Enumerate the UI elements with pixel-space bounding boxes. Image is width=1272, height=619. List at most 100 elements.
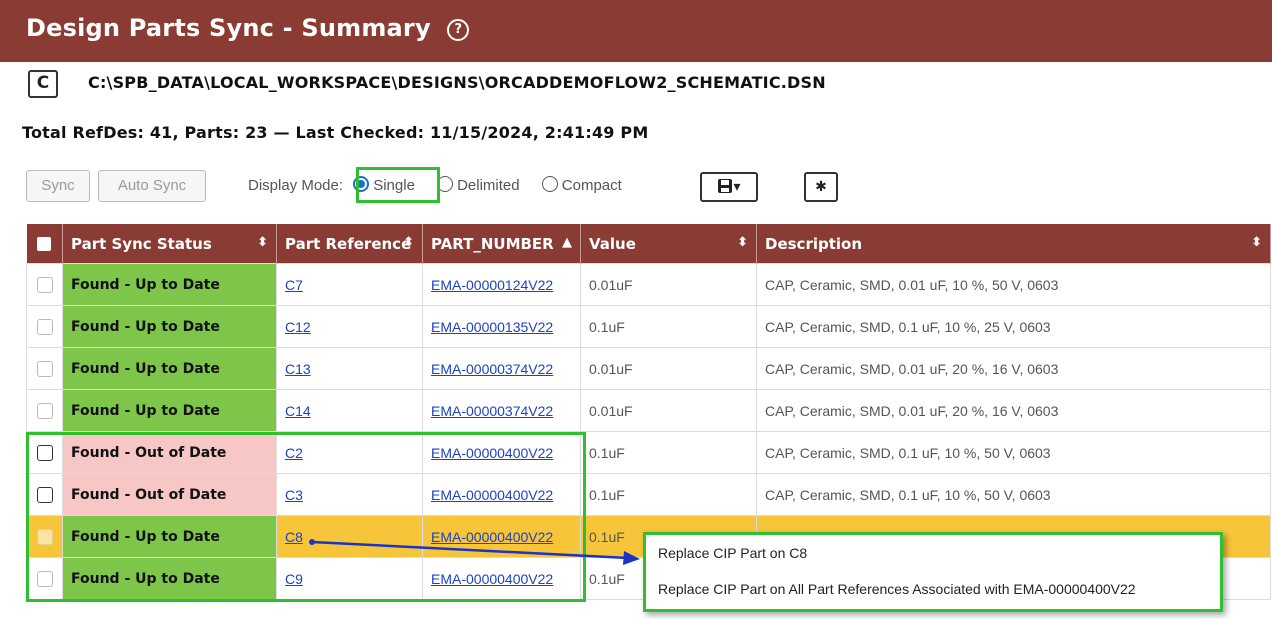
- description-cell: CAP, Ceramic, SMD, 0.01 uF, 20 %, 16 V, …: [756, 389, 1271, 432]
- single-mode-annotation: [356, 167, 440, 203]
- row-select-cell[interactable]: [26, 263, 63, 306]
- status-cell: Found - Up to Date: [62, 515, 277, 558]
- sort-icon[interactable]: ⬍: [737, 235, 748, 250]
- table-row[interactable]: Found - Out of Date C3 EMA-00000400V22 0…: [26, 473, 1271, 516]
- ref-cell: C8: [276, 515, 423, 558]
- part-number-link[interactable]: EMA-00000400V22: [431, 529, 553, 545]
- ref-cell: C14: [276, 389, 423, 432]
- menu-item-replace-single[interactable]: Replace CIP Part on C8: [646, 535, 1220, 571]
- part-number-link[interactable]: EMA-00000374V22: [431, 361, 553, 377]
- part-cell: EMA-00000400V22: [422, 557, 581, 600]
- col-part-number[interactable]: PART_NUMBER ▲: [422, 224, 581, 264]
- part-cell: EMA-00000400V22: [422, 431, 581, 474]
- part-number-link[interactable]: EMA-00000135V22: [431, 319, 553, 335]
- select-all-header[interactable]: [26, 224, 63, 264]
- sort-icon[interactable]: ⬍: [403, 235, 414, 250]
- part-number-link[interactable]: EMA-00000400V22: [431, 571, 553, 587]
- col-label: Part Reference: [285, 234, 412, 253]
- ref-cell: C2: [276, 431, 423, 474]
- part-number-link[interactable]: EMA-00000374V22: [431, 403, 553, 419]
- value-cell: 0.1uF: [580, 431, 757, 474]
- col-description[interactable]: Description ⬍: [756, 224, 1271, 264]
- ref-link[interactable]: C7: [285, 277, 303, 293]
- status-cell: Found - Up to Date: [62, 347, 277, 390]
- part-cell: EMA-00000374V22: [422, 389, 581, 432]
- part-cell: EMA-00000135V22: [422, 305, 581, 348]
- table-row[interactable]: Found - Up to Date C13 EMA-00000374V22 0…: [26, 347, 1271, 390]
- menu-item-replace-all[interactable]: Replace CIP Part on All Part References …: [646, 571, 1220, 607]
- col-label: Description: [765, 234, 863, 253]
- part-cell: EMA-00000400V22: [422, 473, 581, 516]
- table-header-row: Part Sync Status ⬍ Part Reference ⬍ PART_N…: [26, 224, 1271, 264]
- row-checkbox[interactable]: [36, 403, 53, 420]
- ref-link[interactable]: C14: [285, 403, 311, 419]
- row-select-cell[interactable]: [26, 431, 63, 474]
- ref-cell: C9: [276, 557, 423, 600]
- value-cell: 0.01uF: [580, 347, 757, 390]
- value-cell: 0.1uF: [580, 473, 757, 516]
- col-label: PART_NUMBER: [431, 234, 554, 253]
- summary-line: Total RefDes: 41, Parts: 23 — Last Check…: [22, 123, 649, 142]
- sort-asc-icon[interactable]: ▲: [562, 235, 572, 250]
- sort-icon[interactable]: ⬍: [1251, 235, 1262, 250]
- part-number-link[interactable]: EMA-00000400V22: [431, 445, 553, 461]
- ref-link[interactable]: C2: [285, 445, 303, 461]
- description-cell: CAP, Ceramic, SMD, 0.01 uF, 10 %, 50 V, …: [756, 263, 1271, 306]
- part-number-link[interactable]: EMA-00000124V22: [431, 277, 553, 293]
- refresh-button[interactable]: C: [28, 70, 58, 98]
- row-checkbox[interactable]: [36, 361, 53, 378]
- value-cell: 0.01uF: [580, 263, 757, 306]
- row-checkbox[interactable]: [36, 487, 53, 504]
- row-checkbox[interactable]: [36, 277, 53, 294]
- part-cell: EMA-00000124V22: [422, 263, 581, 306]
- value-cell: 0.01uF: [580, 389, 757, 432]
- select-all-checkbox[interactable]: [37, 237, 52, 251]
- col-value[interactable]: Value ⬍: [580, 224, 757, 264]
- col-label: Value: [589, 234, 636, 253]
- part-cell: EMA-00000374V22: [422, 347, 581, 390]
- row-select-cell[interactable]: [26, 305, 63, 348]
- design-file-path: C:\SPB_DATA\LOCAL_WORKSPACE\DESIGNS\ORCA…: [88, 73, 826, 92]
- ref-link[interactable]: C12: [285, 319, 311, 335]
- sync-button[interactable]: Sync: [26, 170, 90, 202]
- radio-compact-label[interactable]: Compact: [562, 177, 622, 194]
- context-menu: Replace CIP Part on C8 Replace CIP Part …: [643, 532, 1223, 612]
- auto-sync-button[interactable]: Auto Sync: [98, 170, 206, 202]
- settings-button[interactable]: ✱: [804, 172, 838, 202]
- radio-compact[interactable]: [541, 176, 558, 192]
- row-select-cell[interactable]: [26, 389, 63, 432]
- status-cell: Found - Up to Date: [62, 305, 277, 348]
- status-cell: Found - Out of Date: [62, 473, 277, 516]
- save-dropdown-button[interactable]: ▾: [700, 172, 758, 202]
- row-select-cell[interactable]: [26, 557, 63, 600]
- col-part-reference[interactable]: Part Reference ⬍: [276, 224, 423, 264]
- row-select-cell[interactable]: [26, 515, 63, 558]
- col-label: Part Sync Status: [71, 234, 212, 253]
- radio-delimited-label[interactable]: Delimited: [457, 177, 520, 194]
- ref-cell: C13: [276, 347, 423, 390]
- ref-link[interactable]: C9: [285, 571, 303, 587]
- ref-cell: C12: [276, 305, 423, 348]
- ref-link[interactable]: C8: [285, 529, 303, 545]
- help-icon[interactable]: ?: [447, 19, 470, 41]
- row-select-cell[interactable]: [26, 347, 63, 390]
- col-part-sync-status[interactable]: Part Sync Status ⬍: [62, 224, 277, 264]
- description-cell: CAP, Ceramic, SMD, 0.1 uF, 10 %, 50 V, 0…: [756, 431, 1271, 474]
- table-row[interactable]: Found - Up to Date C7 EMA-00000124V22 0.…: [26, 263, 1271, 306]
- ref-link[interactable]: C13: [285, 361, 311, 377]
- save-icon: [718, 179, 733, 193]
- page-title: Design Parts Sync - Summary ?: [26, 14, 470, 42]
- row-checkbox[interactable]: [36, 319, 53, 336]
- part-number-link[interactable]: EMA-00000400V22: [431, 487, 553, 503]
- sort-icon[interactable]: ⬍: [257, 235, 268, 250]
- row-checkbox[interactable]: [36, 529, 53, 546]
- table-row[interactable]: Found - Out of Date C2 EMA-00000400V22 0…: [26, 431, 1271, 474]
- row-checkbox[interactable]: [36, 445, 53, 462]
- table-row[interactable]: Found - Up to Date C14 EMA-00000374V22 0…: [26, 389, 1271, 432]
- row-select-cell[interactable]: [26, 473, 63, 516]
- status-cell: Found - Up to Date: [62, 557, 277, 600]
- table-row[interactable]: Found - Up to Date C12 EMA-00000135V22 0…: [26, 305, 1271, 348]
- ref-link[interactable]: C3: [285, 487, 303, 503]
- row-checkbox[interactable]: [36, 571, 53, 588]
- description-cell: CAP, Ceramic, SMD, 0.1 uF, 10 %, 25 V, 0…: [756, 305, 1271, 348]
